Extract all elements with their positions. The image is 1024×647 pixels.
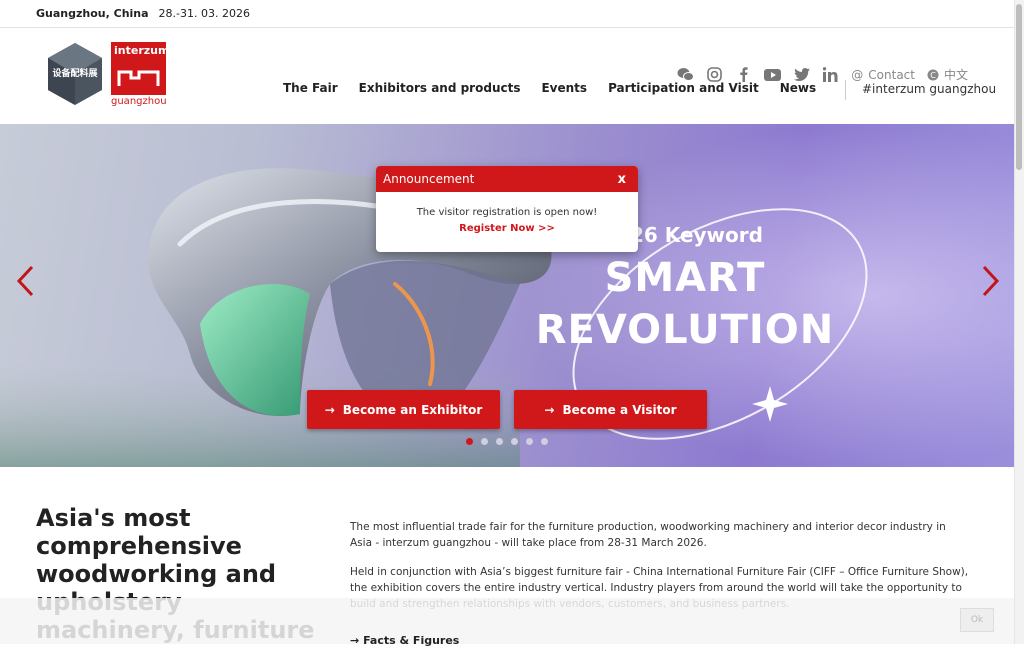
become-exhibitor-label: Become an Exhibitor [342, 402, 483, 417]
slider-next-arrow[interactable] [978, 264, 1004, 304]
facts-figures-link[interactable]: → Facts & Figures [350, 634, 459, 647]
nav-participation-visit[interactable]: Participation and Visit [608, 81, 759, 95]
interzum-logo[interactable]: interzum guangzhou [111, 42, 169, 108]
register-now-link[interactable]: Register Now >> [376, 223, 638, 234]
cookie-ok-button[interactable]: Ok [960, 608, 994, 632]
arrow-right-icon: → [350, 634, 360, 647]
close-icon[interactable]: x [618, 172, 626, 187]
slider-dots [466, 438, 548, 445]
linkedin-icon[interactable] [822, 66, 839, 83]
announcement-header: Announcement x [376, 166, 638, 192]
cifm-logo[interactable]: 设备配料展 [46, 42, 104, 106]
slider-dot[interactable] [466, 438, 473, 445]
arrow-right-icon: → [544, 402, 555, 417]
slider-dot[interactable] [481, 438, 488, 445]
announcement-message: The visitor registration is open now! [416, 207, 598, 218]
cookie-banner: Ok [0, 598, 1014, 644]
top-info-bar: Guangzhou, China 28.-31. 03. 2026 [0, 0, 1014, 28]
slider-dot[interactable] [496, 438, 503, 445]
slider-dot[interactable] [541, 438, 548, 445]
become-visitor-label: Become a Visitor [562, 402, 677, 417]
site-header: 设备配料展 interzum guangzhou @ Contact C 中文 … [0, 28, 1014, 124]
intro-paragraph: The most influential trade fair for the … [350, 521, 946, 549]
hero-keyword: 26 Keyword [630, 223, 763, 247]
announcement-modal: Announcement x The visitor registration … [376, 166, 638, 252]
location-text: Guangzhou, China [36, 7, 149, 20]
page-scrollbar[interactable] [1014, 0, 1024, 644]
arrow-right-icon: → [324, 402, 335, 417]
hero-headline: SMART REVOLUTION [520, 252, 850, 356]
become-visitor-button[interactable]: → Become a Visitor [514, 390, 707, 429]
announcement-title: Announcement [383, 172, 475, 186]
hex-logo-text: 设备配料展 [52, 69, 98, 79]
slider-dot[interactable] [526, 438, 533, 445]
nav-events[interactable]: Events [541, 81, 587, 95]
event-dates: 28.-31. 03. 2026 [158, 7, 250, 20]
nav-the-fair[interactable]: The Fair [283, 81, 338, 95]
hashtag-link[interactable]: #interzum guangzhou [845, 80, 996, 100]
nav-news[interactable]: News [780, 81, 816, 95]
hero-headline-line2: REVOLUTION [535, 307, 835, 353]
svg-text:C: C [930, 71, 936, 80]
main-nav: The Fair Exhibitors and products Events … [283, 81, 816, 95]
hero-headline-line1: SMART [604, 255, 766, 301]
facts-figures-label: Facts & Figures [363, 634, 460, 647]
interzum-logo-sub: guangzhou [111, 96, 167, 107]
become-exhibitor-button[interactable]: → Become an Exhibitor [307, 390, 500, 429]
nav-exhibitors-products[interactable]: Exhibitors and products [359, 81, 521, 95]
scrollbar-thumb[interactable] [1016, 4, 1022, 170]
slider-dot[interactable] [511, 438, 518, 445]
slider-prev-arrow[interactable] [12, 264, 38, 304]
language-icon: C [927, 69, 939, 80]
